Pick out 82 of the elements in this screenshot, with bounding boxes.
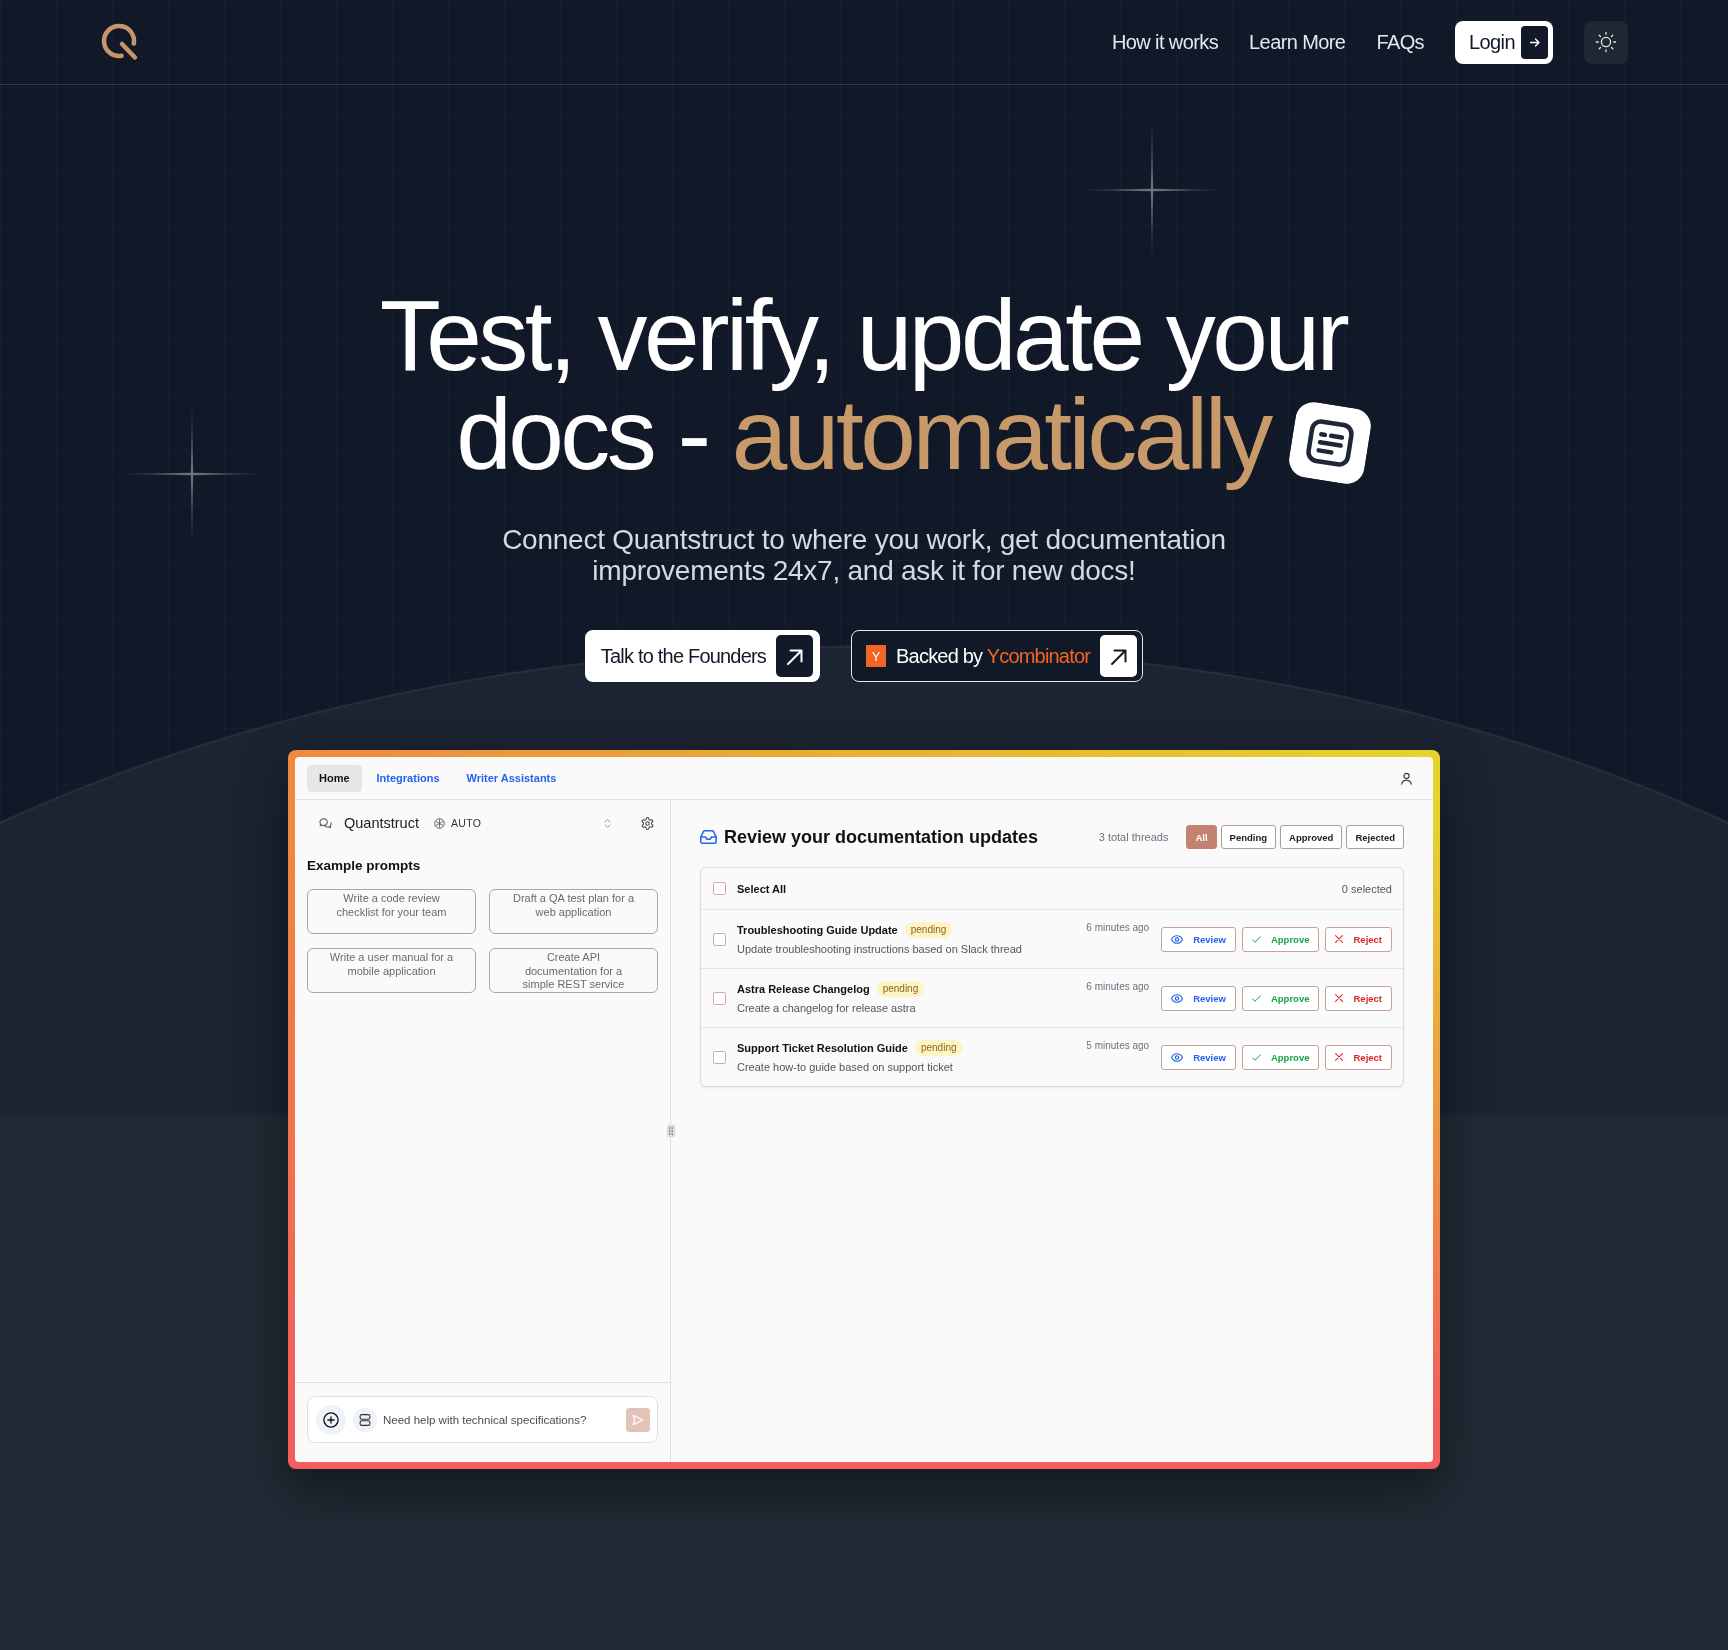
cross-icon <box>1335 1053 1344 1061</box>
hero-subtitle: Connect Quantstruct to where you work, get documentation improvements 24x7, and ask it for new docs! <box>501 524 1227 586</box>
cross-icon <box>1335 994 1344 1002</box>
section-title: Review your documentation updates <box>724 826 1039 848</box>
timestamp: 5 minutes ago <box>1086 1040 1150 1051</box>
arrow-up-right-icon <box>1100 635 1138 677</box>
logo-icon[interactable] <box>101 23 139 61</box>
prompt-card[interactable]: Write a user manual for a mobile application <box>307 948 476 993</box>
thread-title: Troubleshooting Guide Update <box>737 923 898 936</box>
send-icon <box>632 1413 644 1426</box>
section-title: Example prompts <box>307 857 422 875</box>
circle-asterisk-icon <box>433 817 445 829</box>
filter-button[interactable]: All <box>1186 825 1217 849</box>
approve-button[interactable]: Approve <box>1241 985 1320 1011</box>
thread-count: 3 total threads <box>1098 831 1169 843</box>
settings-icon[interactable] <box>641 816 654 830</box>
thread-description: Create a changelog for release astra <box>737 1000 917 1016</box>
plus-circle-icon <box>323 1411 339 1428</box>
cta-button[interactable]: Y Backed by Ycombinator <box>851 630 1144 682</box>
timestamp: 6 minutes ago <box>1086 981 1150 992</box>
checkbox[interactable] <box>713 1050 726 1064</box>
login-button[interactable]: Login <box>1455 20 1553 64</box>
theme-toggle-button[interactable] <box>1584 20 1628 64</box>
status-badge: pending <box>876 980 925 997</box>
status-badge: pending <box>914 1039 963 1056</box>
select-all-label: Select All <box>737 882 787 895</box>
mode-dropdown[interactable]: AUTO <box>433 813 611 833</box>
message-composer[interactable]: Need help with technical specifications? <box>307 1396 658 1443</box>
nav-link[interactable]: How it works <box>1111 30 1219 54</box>
checkbox[interactable] <box>713 882 726 895</box>
inbox-icon <box>700 830 717 844</box>
review-button[interactable]: Review <box>1161 926 1236 952</box>
thread-description: Create how-to guide based on support ticket <box>737 1059 954 1075</box>
check-icon <box>1251 1053 1261 1061</box>
selected-count: 0 selected <box>1341 882 1392 895</box>
hero-title: docs - automatically <box>456 393 1271 492</box>
filter-button[interactable]: Pending <box>1220 825 1277 849</box>
chevron-up-down-icon <box>604 817 611 829</box>
reject-button[interactable]: Reject <box>1325 985 1392 1011</box>
reject-button[interactable]: Reject <box>1325 926 1392 952</box>
sun-icon <box>1595 31 1617 53</box>
eye-icon <box>1171 1052 1184 1062</box>
reject-button[interactable]: Reject <box>1325 1044 1392 1070</box>
prompt-card[interactable]: Create API documentation for a simple REST service <box>489 948 658 993</box>
assistant-name: Quantstruct <box>344 815 419 831</box>
tab[interactable]: Integrations <box>364 764 452 792</box>
status-badge: pending <box>904 921 953 938</box>
thread-description: Update troubleshooting instructions based on Slack thread <box>737 941 1023 957</box>
stack-button[interactable] <box>353 1407 377 1432</box>
eye-icon <box>1171 934 1184 944</box>
approve-button[interactable]: Approve <box>1241 1044 1320 1070</box>
checkbox[interactable] <box>713 991 726 1005</box>
arrow-up-right-icon <box>776 635 814 677</box>
eye-icon <box>1171 993 1184 1003</box>
tab[interactable]: Writer Assistants <box>454 764 569 792</box>
approve-button[interactable]: Approve <box>1241 926 1320 952</box>
grip-handle-icon[interactable] <box>667 1124 675 1138</box>
thread-title: Support Ticket Resolution Guide <box>737 1041 908 1054</box>
chat-input-field[interactable]: Need help with technical specifications? <box>383 1407 620 1432</box>
review-button[interactable]: Review <box>1161 985 1236 1011</box>
filter-button[interactable]: Rejected <box>1346 825 1404 849</box>
check-icon <box>1251 935 1261 943</box>
user-icon[interactable] <box>1400 771 1413 785</box>
thread-title: Astra Release Changelog <box>737 982 870 995</box>
timestamp: 6 minutes ago <box>1086 922 1150 933</box>
nav-link[interactable]: Learn More <box>1249 30 1346 54</box>
logo-badge: Y <box>866 645 887 667</box>
add-button[interactable] <box>316 1404 346 1435</box>
filter-button[interactable]: Approved <box>1280 825 1343 849</box>
review-button[interactable]: Review <box>1161 1044 1236 1070</box>
tab[interactable]: Home <box>307 764 362 792</box>
check-icon <box>1251 994 1261 1002</box>
cta-button[interactable]: Talk to the Founders <box>584 630 821 682</box>
cross-icon <box>1335 935 1344 943</box>
arrow-right-icon <box>1521 25 1548 59</box>
prompt-card[interactable]: Draft a QA test plan for a web application <box>489 889 658 934</box>
checkbox[interactable] <box>713 932 726 946</box>
stack-icon <box>359 1413 371 1426</box>
hero-title: Test, verify, update your <box>378 294 1348 393</box>
chat-icon <box>319 816 332 830</box>
prompt-card[interactable]: Write a code review checklist for your team <box>307 889 476 934</box>
nav-link[interactable]: FAQs <box>1376 30 1424 54</box>
